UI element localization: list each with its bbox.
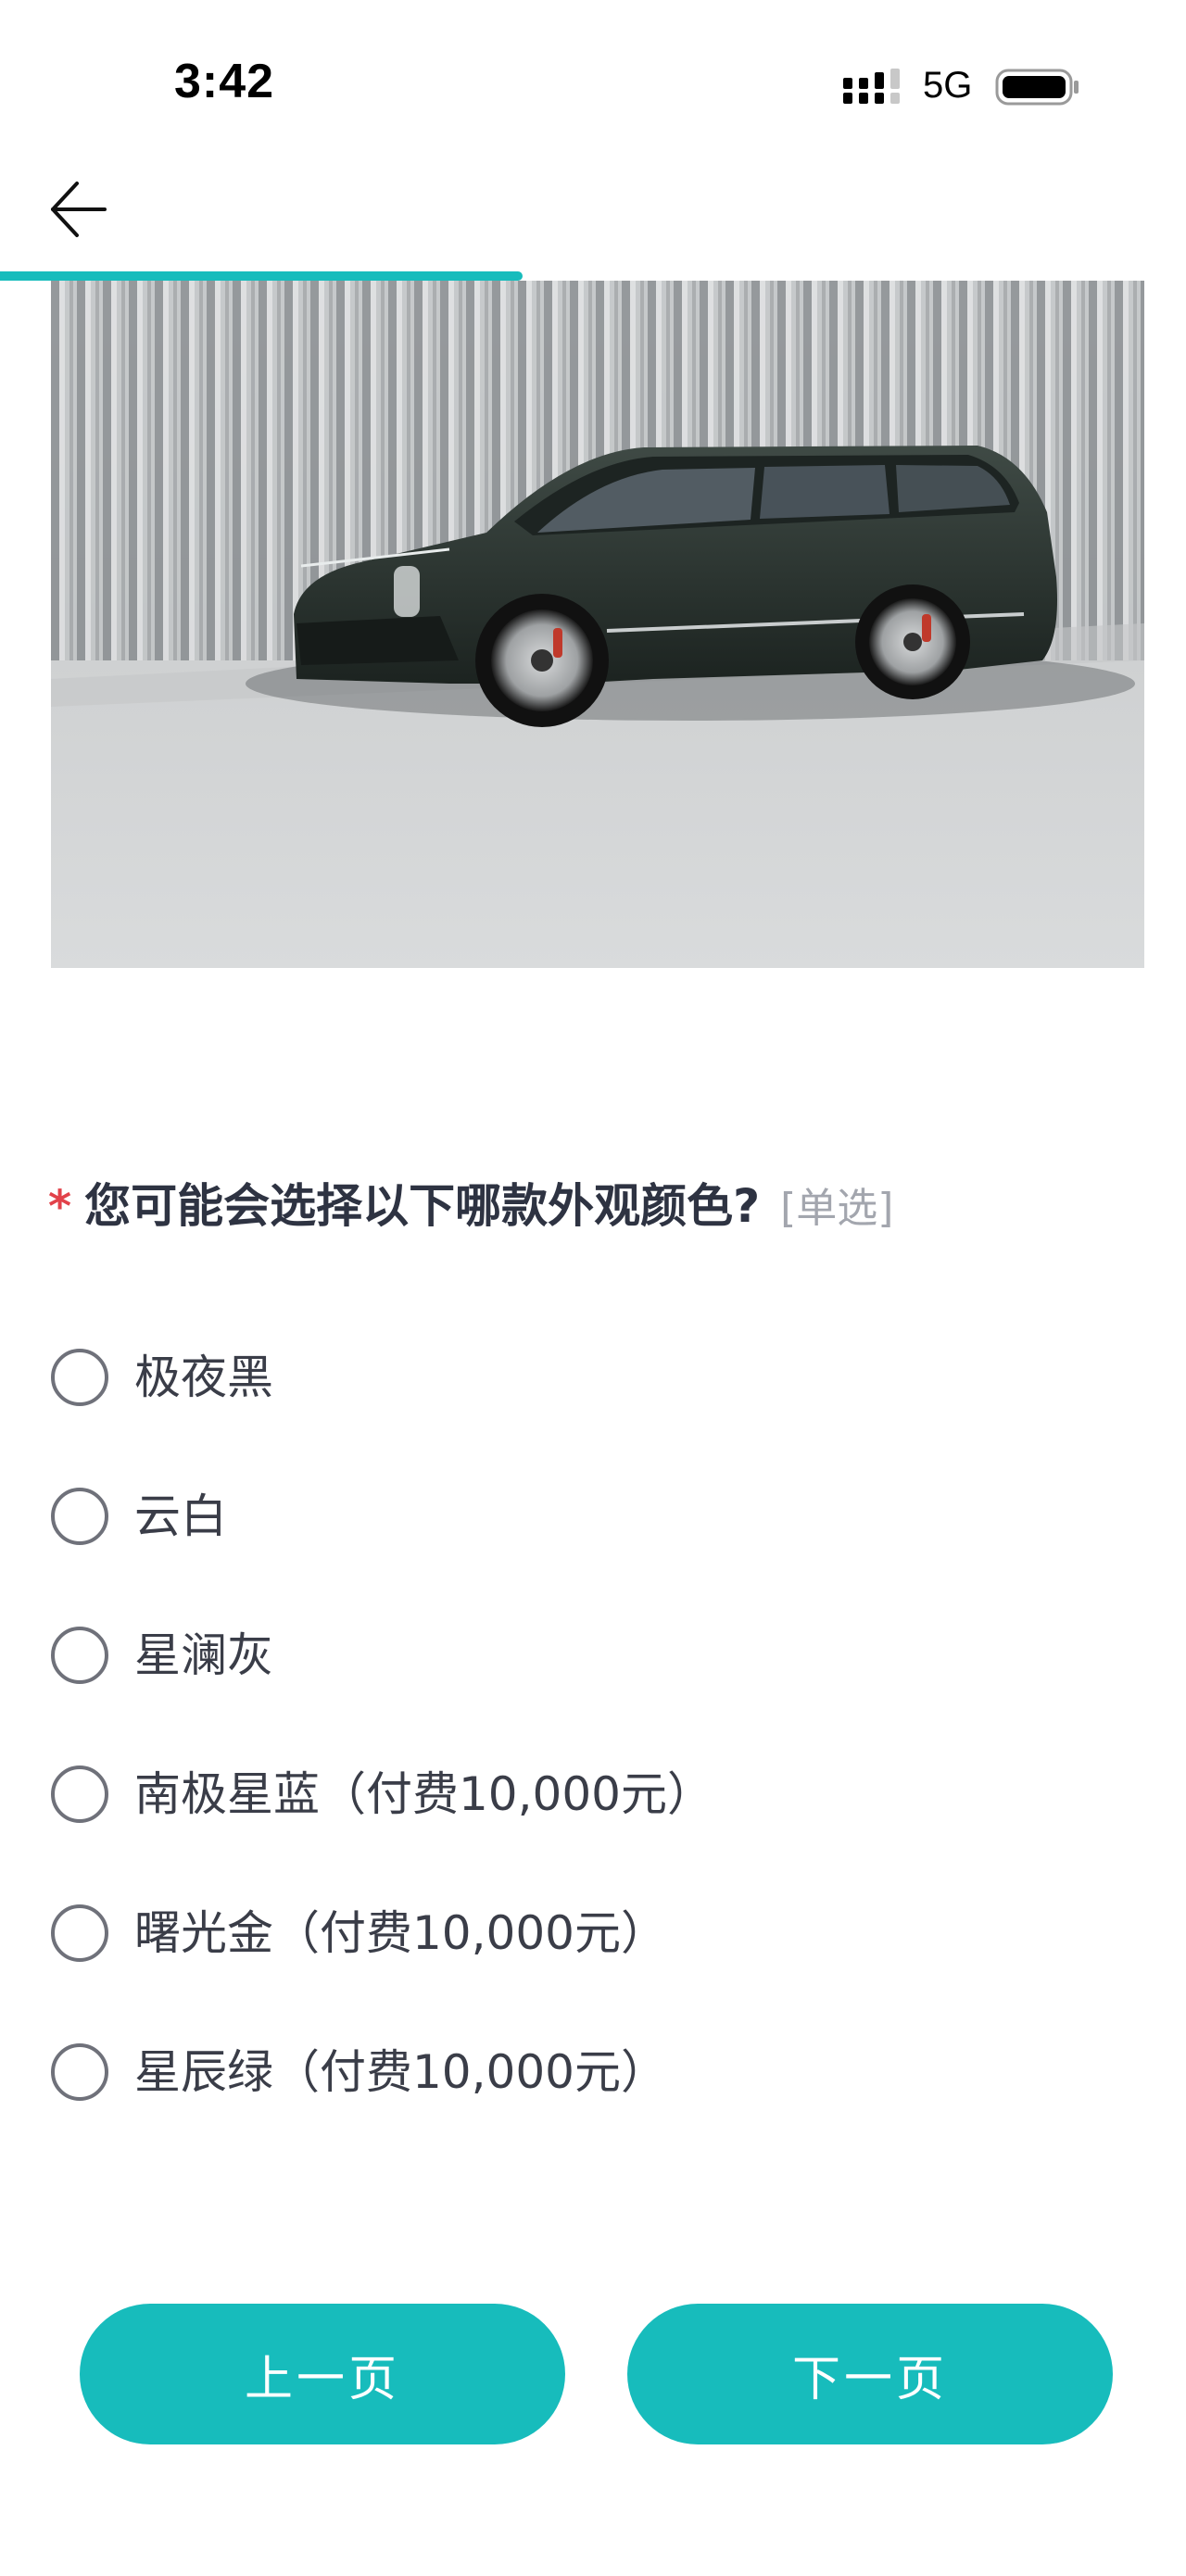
- progress-bar: [0, 271, 1186, 281]
- car-photo: [51, 271, 1144, 968]
- required-mark: *: [48, 1181, 72, 1233]
- option-label: 极夜黑: [134, 1351, 273, 1404]
- question-title: * 您可能会选择以下哪款外观颜色? [单选]: [48, 1169, 1142, 1236]
- option-label: 星澜灰: [134, 1628, 273, 1682]
- cellular-signal-icon: [843, 69, 900, 104]
- option-label: 南极星蓝（付费10,000元）: [134, 1767, 713, 1821]
- question-text: 您可能会选择以下哪款外观颜色?: [84, 1179, 761, 1233]
- radio-button[interactable]: [51, 1904, 108, 1962]
- status-time: 3:42: [174, 55, 275, 108]
- option-label: 云白: [134, 1489, 227, 1543]
- option-item[interactable]: 星辰绿（付费10,000元）: [51, 2036, 1144, 2175]
- option-item[interactable]: 极夜黑: [51, 1341, 1144, 1480]
- network-label: 5G: [923, 65, 973, 106]
- option-label: 曙光金（付费10,000元）: [134, 1906, 667, 1960]
- radio-button[interactable]: [51, 1627, 108, 1684]
- radio-button[interactable]: [51, 1766, 108, 1823]
- status-bar: 3:42 5G: [0, 0, 1186, 167]
- battery-icon: [995, 69, 1079, 106]
- option-item[interactable]: 云白: [51, 1480, 1144, 1619]
- option-item[interactable]: 南极星蓝（付费10,000元）: [51, 1758, 1144, 1897]
- radio-button[interactable]: [51, 1488, 108, 1545]
- next-page-button[interactable]: 下一页: [627, 2304, 1113, 2444]
- back-button[interactable]: [41, 172, 115, 246]
- option-label: 星辰绿（付费10,000元）: [134, 2045, 667, 2099]
- option-item[interactable]: 星澜灰: [51, 1619, 1144, 1758]
- radio-button[interactable]: [51, 2043, 108, 2101]
- option-list: 极夜黑 云白 星澜灰 南极星蓝（付费10,000元） 曙光金（付费10,000元…: [51, 1341, 1144, 2175]
- question-type-label: [单选]: [780, 1185, 894, 1232]
- previous-page-button[interactable]: 上一页: [80, 2304, 565, 2444]
- progress-bar-fill: [0, 271, 524, 281]
- option-item[interactable]: 曙光金（付费10,000元）: [51, 1897, 1144, 2036]
- arrow-left-icon: [51, 182, 107, 237]
- radio-button[interactable]: [51, 1349, 108, 1406]
